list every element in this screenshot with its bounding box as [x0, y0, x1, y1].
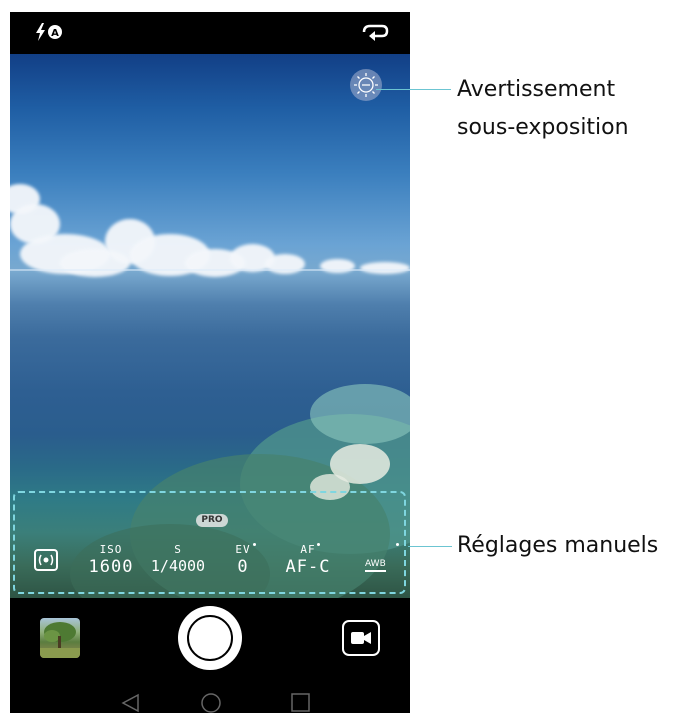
flash-auto-icon[interactable]: A: [34, 22, 64, 42]
video-mode-button[interactable]: [342, 620, 380, 656]
gallery-thumbnail[interactable]: [40, 618, 80, 658]
tree-icon: [40, 622, 80, 658]
exposure-warning-icon[interactable]: [350, 69, 382, 101]
recents-icon[interactable]: [291, 693, 310, 712]
system-navigation-bar: [121, 693, 310, 713]
reef: [310, 384, 410, 444]
svg-text:A: A: [51, 28, 59, 39]
manual-settings-callout-line: [408, 546, 452, 547]
status-bar: A: [10, 12, 410, 54]
underexposure-callout-title: Avertissement: [457, 77, 616, 102]
underexposure-callout-line: [376, 89, 451, 90]
cloud: [360, 262, 410, 274]
back-icon[interactable]: [121, 693, 139, 713]
switch-camera-icon[interactable]: [360, 22, 390, 42]
camera-controls: [10, 598, 410, 713]
underexposure-callout-subtitle: sous-exposition: [457, 115, 629, 140]
video-camera-icon: [351, 632, 371, 644]
horizon: [10, 269, 410, 271]
shutter-button[interactable]: [178, 606, 242, 670]
manual-settings-highlight: [13, 491, 406, 594]
home-icon[interactable]: [201, 693, 221, 713]
camera-screen: A PRO ISO 1600 S 1/4000 EV 0 AF AF-C AWB: [10, 12, 410, 713]
cloud: [265, 254, 305, 274]
manual-settings-callout: Réglages manuels: [457, 533, 659, 558]
